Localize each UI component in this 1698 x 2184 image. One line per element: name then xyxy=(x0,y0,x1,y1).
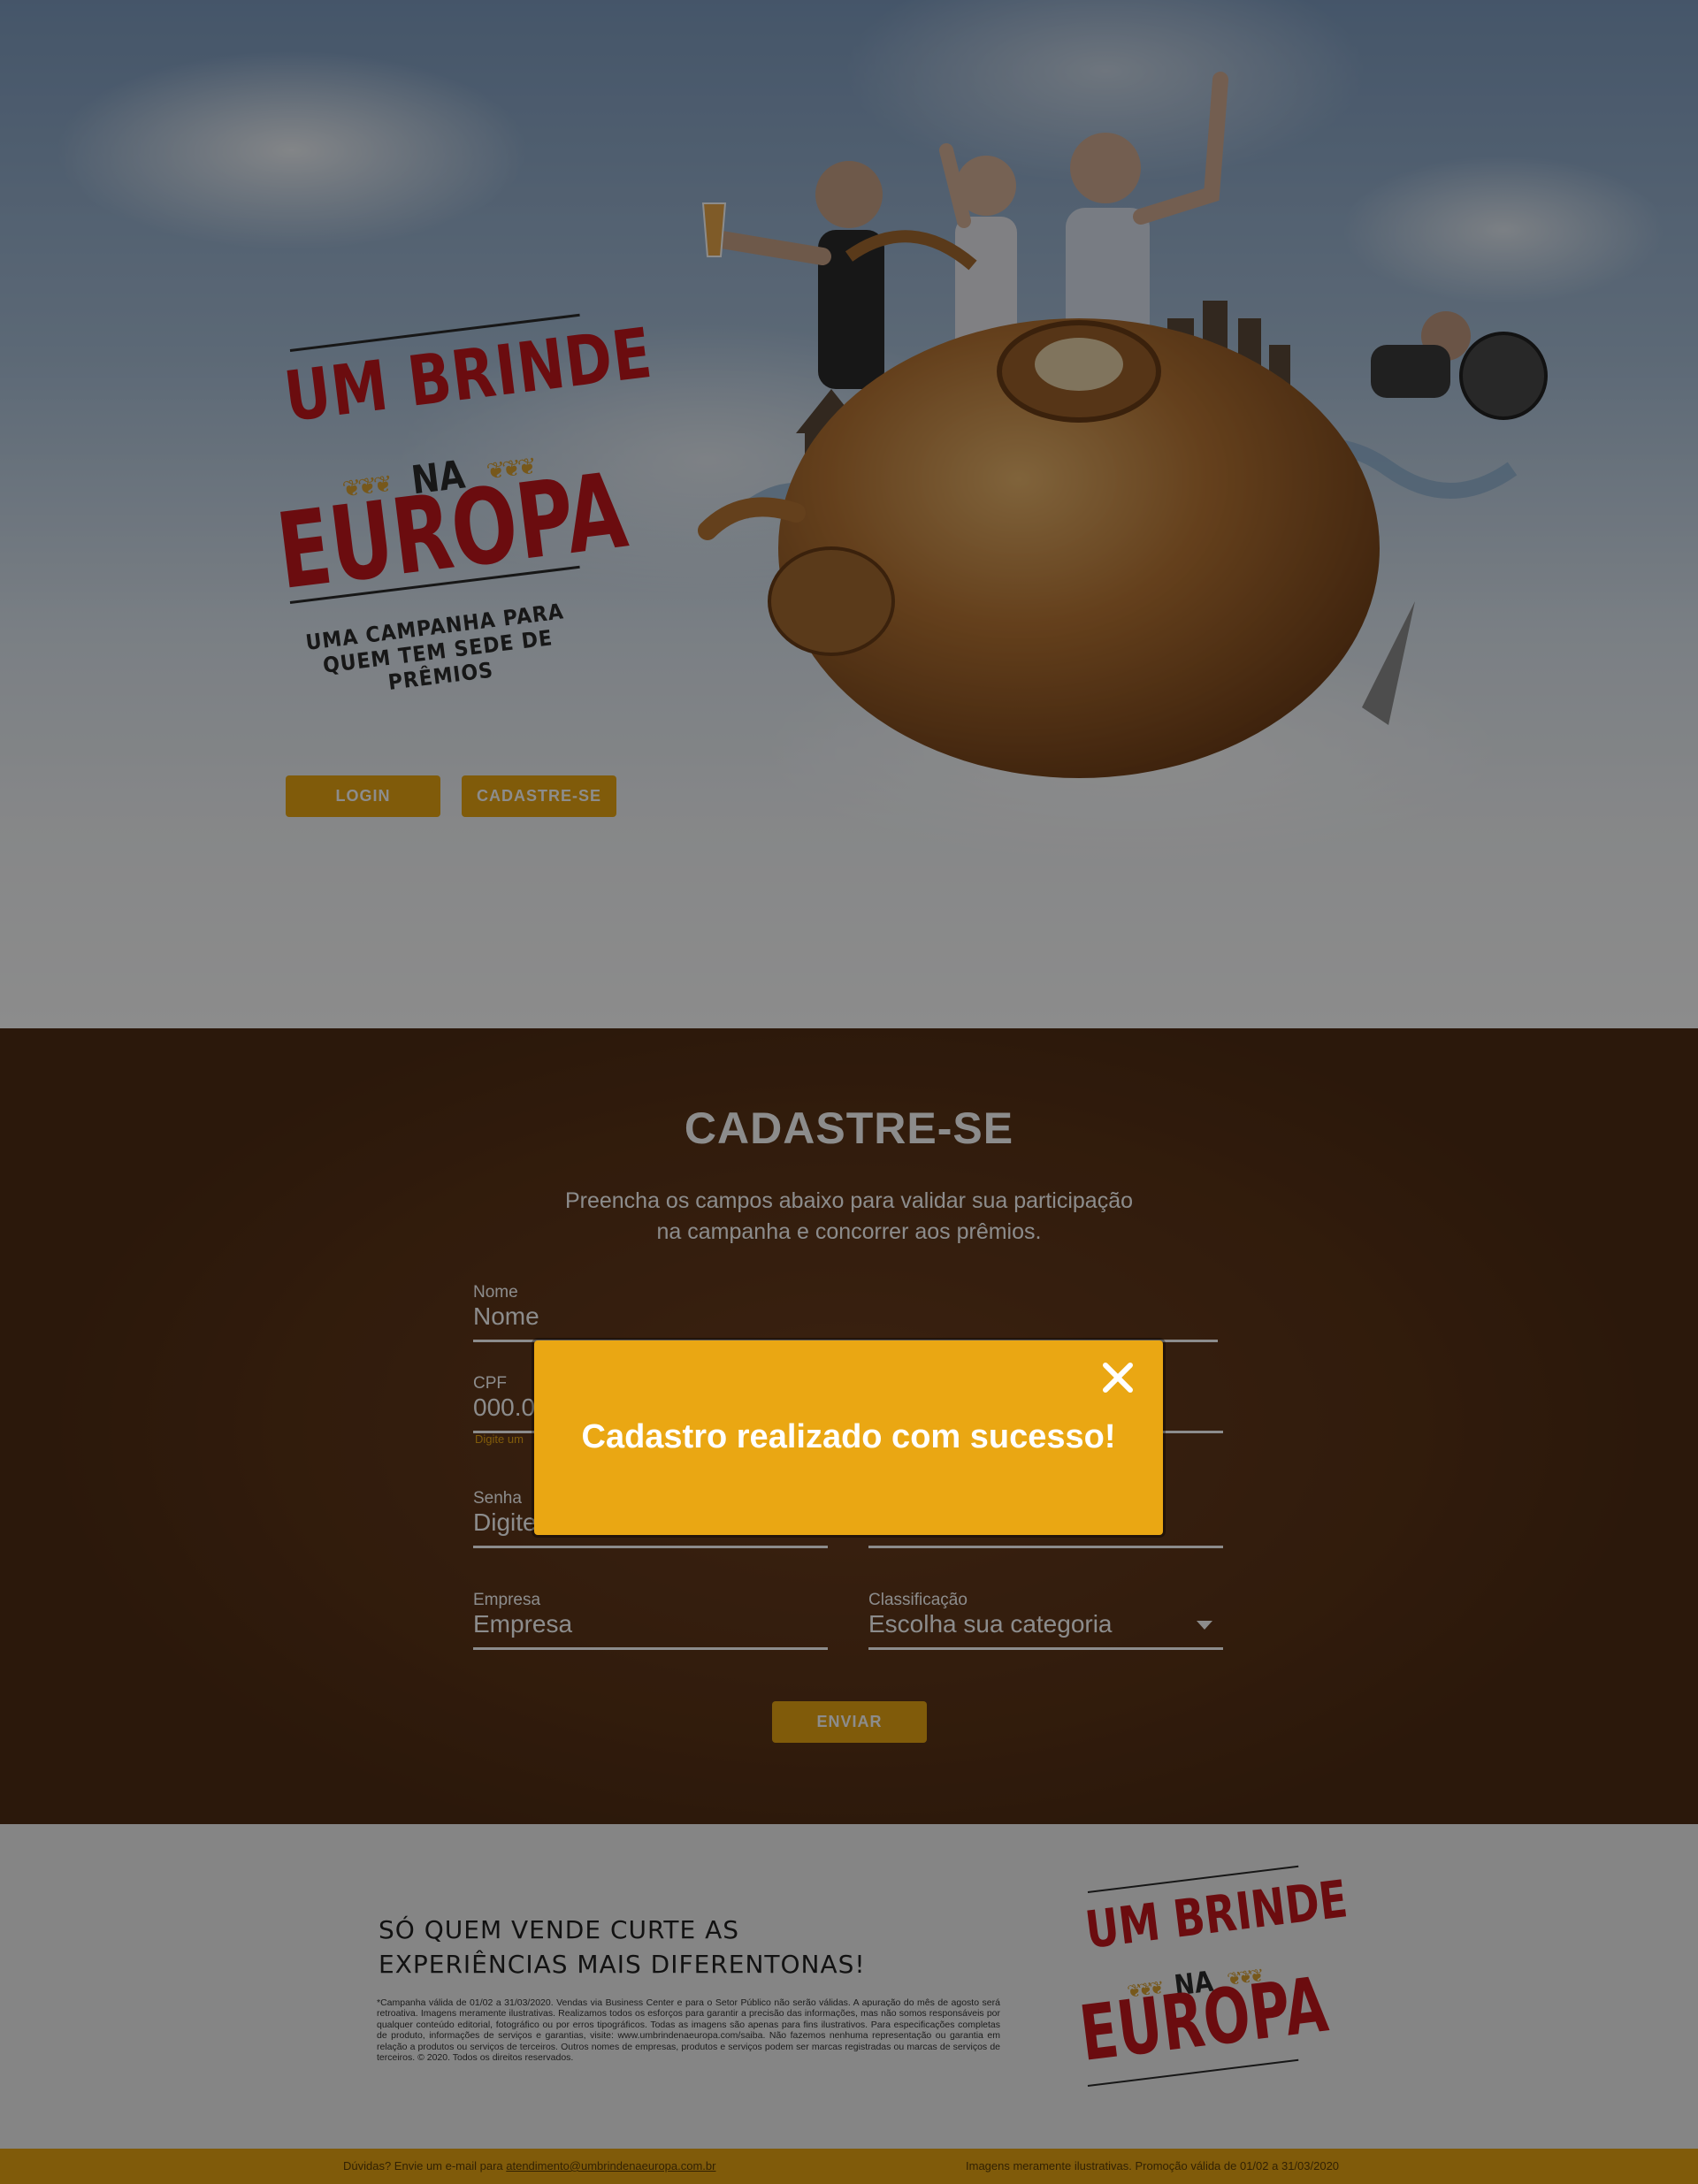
modal-backdrop[interactable] xyxy=(0,0,1698,2184)
close-icon-glyph xyxy=(1103,1363,1133,1393)
success-message: Cadastro realizado com sucesso! xyxy=(581,1418,1116,1455)
close-icon[interactable] xyxy=(1100,1360,1136,1395)
success-modal: Cadastro realizado com sucesso! xyxy=(534,1340,1163,1535)
